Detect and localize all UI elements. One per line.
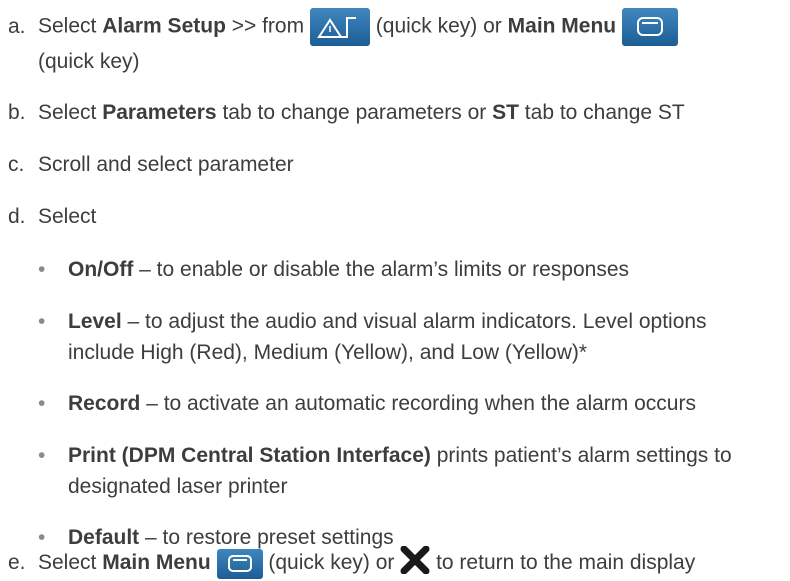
main-menu-label: Main Menu [507, 14, 617, 38]
alarm-setup-label: Alarm Setup [102, 14, 226, 38]
step-letter: d. [8, 205, 26, 228]
bullet-level: • Level – to adjust the audio and visual … [38, 309, 707, 335]
step-letter: e. [8, 551, 26, 575]
bullet-text: – to activate an automatic recording whe… [140, 392, 696, 415]
bullet-record: • Record – to activate an automatic recor… [38, 391, 696, 417]
step-letter: c. [8, 153, 25, 176]
bullet-print: • Print (DPM Central Station Interface) p… [38, 443, 732, 469]
step-e: e. Select Main Menu (quick key) or to ret… [8, 545, 696, 581]
step-d: d. Select [8, 204, 96, 230]
bullet-on-off: • On/Off – to enable or disable the alarm… [38, 257, 629, 283]
parameters-tab-label: Parameters [102, 101, 217, 124]
main-menu-quick-key-icon[interactable] [216, 548, 263, 579]
bullet-label: Print (DPM Central Station Interface) [68, 444, 431, 467]
step-a-text-1: Select [38, 14, 103, 38]
step-e-text-2: (quick key) or [262, 551, 401, 575]
alarm-setup-quick-key-icon[interactable] [309, 8, 370, 46]
bullet-dot: • [38, 258, 46, 281]
step-e-text-3: to return to the main display [430, 551, 696, 575]
bullet-dot: • [38, 392, 46, 415]
step-c-text: Scroll and select parameter [38, 153, 294, 176]
step-a-continuation: (quick key) [38, 50, 140, 73]
step-b-text-2: tab to change parameters or [216, 101, 493, 124]
bullet-print-continuation: designated laser printer [68, 475, 288, 498]
bullet-label: On/Off [68, 258, 134, 281]
bullet-text: – to adjust the audio and visual alarm i… [121, 310, 707, 333]
step-letter: b. [8, 101, 26, 124]
step-b-text-1: Select [38, 101, 103, 124]
bullet-dot: • [38, 444, 46, 467]
st-tab-label: ST [492, 101, 519, 124]
close-x-icon[interactable] [400, 545, 430, 581]
bullet-label: Level [68, 310, 122, 333]
step-d-text: Select [38, 205, 97, 228]
step-c: c. Scroll and select parameter [8, 152, 294, 178]
step-letter: a. [8, 14, 26, 38]
bullet-label: Record [68, 392, 141, 415]
bullet-dot: • [38, 310, 46, 333]
step-a: a. Select Alarm Setup >> from (quick key)… [8, 8, 678, 46]
bullet-text: prints patient’s alarm settings to [430, 444, 732, 467]
step-e-text-1: Select [38, 551, 103, 575]
step-b-text-3: tab to change ST [518, 101, 685, 124]
main-menu-label: Main Menu [102, 551, 211, 575]
bullet-text: – to enable or disable the alarm’s limit… [133, 258, 630, 281]
step-b: b. Select Parameters tab to change parame… [8, 100, 685, 126]
step-a-text-3: (quick key) or [369, 14, 508, 38]
bullet-level-continuation: include High (Red), Medium (Yellow), and… [68, 341, 588, 364]
main-menu-quick-key-icon[interactable] [621, 8, 678, 46]
step-a-text-2: >> from [225, 14, 310, 38]
